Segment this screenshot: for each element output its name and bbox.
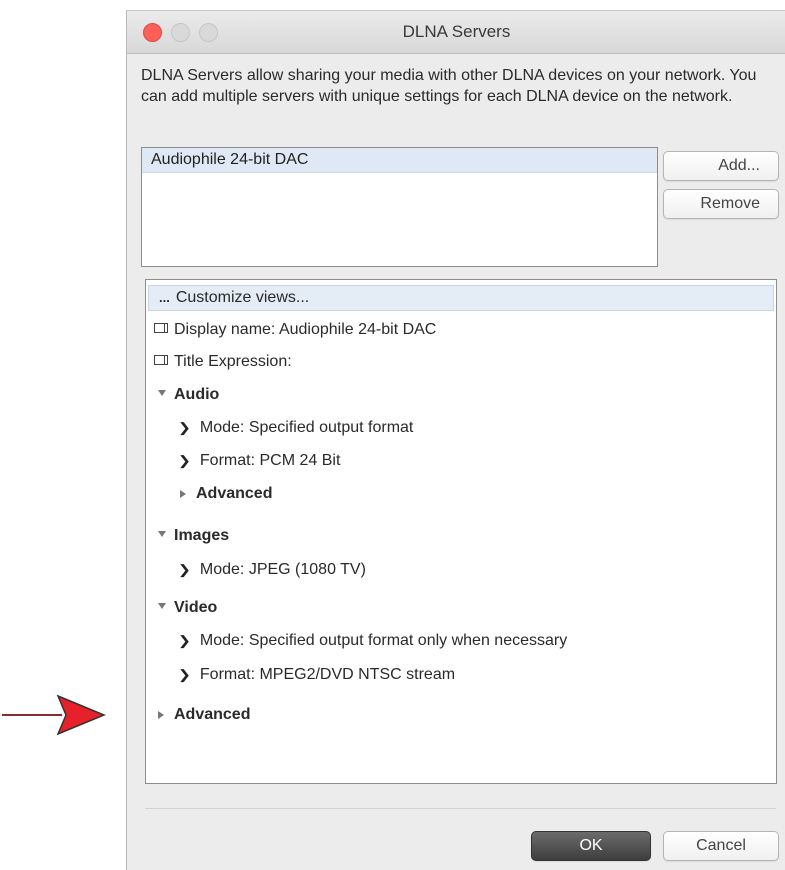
- cancel-button[interactable]: Cancel: [663, 831, 779, 861]
- audio-advanced-row[interactable]: Advanced: [146, 482, 776, 506]
- chevron-down-icon: ❯: [177, 562, 191, 577]
- video-group-label: Video: [174, 599, 218, 616]
- title-bar: DLNA Servers: [127, 11, 785, 54]
- server-list-item[interactable]: Audiophile 24-bit DAC: [142, 148, 657, 173]
- audio-group-row[interactable]: Audio: [146, 383, 776, 407]
- add-button-label: Add...: [718, 157, 760, 174]
- disclosure-collapsed-icon[interactable]: [158, 711, 164, 719]
- customize-views-row[interactable]: ... Customize views...: [148, 285, 774, 311]
- annotation-arrow: [2, 694, 106, 736]
- images-group-label: Images: [174, 527, 230, 544]
- add-server-button[interactable]: Add...: [663, 151, 779, 181]
- remove-button-label: Remove: [700, 195, 760, 212]
- video-mode-row[interactable]: ❯ Mode: Specified output format only when…: [146, 629, 776, 653]
- disclosure-collapsed-icon[interactable]: [180, 490, 186, 498]
- description-text: DLNA Servers allow sharing your media wi…: [141, 67, 757, 105]
- video-mode-label: Mode: Specified output format only when …: [199, 632, 568, 649]
- audio-format-row[interactable]: ❯ Format: PCM 24 Bit: [146, 449, 776, 473]
- display-name-row[interactable]: Display name: Audiophile 24-bit DAC: [146, 318, 776, 342]
- divider: [145, 808, 776, 809]
- window-title: DLNA Servers: [402, 22, 511, 41]
- text-field-icon: [154, 355, 168, 365]
- images-mode-label: Mode: JPEG (1080 TV): [199, 561, 366, 578]
- title-expression-row[interactable]: Title Expression:: [146, 350, 776, 374]
- video-format-row[interactable]: ❯ Format: MPEG2/DVD NTSC stream: [146, 663, 776, 687]
- disclosure-expanded-icon[interactable]: [158, 390, 166, 396]
- images-group-row[interactable]: Images: [146, 524, 776, 548]
- display-name-label: Display name: Audiophile 24-bit DAC: [174, 321, 437, 338]
- video-group-row[interactable]: Video: [146, 596, 776, 620]
- settings-tree[interactable]: ... Customize views... Display name: Audi…: [145, 279, 777, 784]
- remove-server-button[interactable]: Remove: [663, 189, 779, 219]
- audio-advanced-label: Advanced: [196, 485, 273, 502]
- ok-button[interactable]: OK: [531, 831, 651, 861]
- audio-mode-label: Mode: Specified output format: [199, 419, 414, 436]
- audio-group-label: Audio: [174, 386, 220, 403]
- images-mode-row[interactable]: ❯ Mode: JPEG (1080 TV): [146, 558, 776, 582]
- video-format-label: Format: MPEG2/DVD NTSC stream: [199, 666, 456, 683]
- ellipsis-icon: ...: [159, 290, 170, 305]
- advanced-row[interactable]: Advanced: [146, 703, 776, 727]
- audio-format-label: Format: PCM 24 Bit: [199, 452, 341, 469]
- audio-mode-row[interactable]: ❯ Mode: Specified output format: [146, 416, 776, 440]
- title-expression-label: Title Expression:: [174, 353, 292, 370]
- dlna-servers-dialog: DLNA Servers DLNA Servers allow sharing …: [126, 10, 785, 870]
- advanced-label: Advanced: [174, 706, 251, 723]
- disclosure-expanded-icon[interactable]: [158, 531, 166, 537]
- chevron-down-icon: ❯: [177, 453, 191, 468]
- customize-views-label: Customize views...: [175, 289, 310, 306]
- chevron-down-icon: ❯: [177, 633, 191, 648]
- text-field-icon: [154, 323, 168, 333]
- server-list[interactable]: Audiophile 24-bit DAC: [141, 147, 658, 267]
- chevron-down-icon: ❯: [177, 420, 191, 435]
- chevron-down-icon: ❯: [177, 667, 191, 682]
- disclosure-expanded-icon[interactable]: [158, 603, 166, 609]
